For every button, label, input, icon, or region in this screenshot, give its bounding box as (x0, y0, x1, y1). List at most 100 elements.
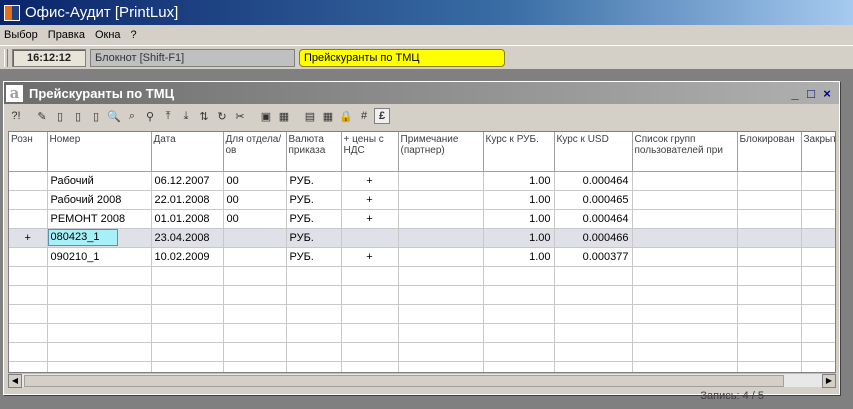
calculator-icon[interactable]: ▦ (320, 108, 336, 124)
table-cell[interactable]: 0.000464 (554, 209, 633, 229)
scroll-thumb[interactable] (24, 374, 784, 387)
column-header[interactable]: Курс к РУБ. (483, 132, 555, 172)
table-cell[interactable]: + (341, 190, 399, 210)
column-header[interactable]: Курс к USD (554, 132, 633, 172)
table-cell[interactable] (223, 247, 287, 267)
refresh-icon[interactable]: ↻ (214, 108, 230, 124)
table-row[interactable]: Рабочий 2008 22.01.2008 00 РУБ. +1.00 0.00046… (9, 190, 835, 210)
column-header[interactable]: Блокирован (737, 132, 802, 172)
table-cell[interactable]: РЕМОНТ 2008 (47, 209, 152, 229)
table-cell[interactable]: РУБ. (286, 228, 342, 248)
copy-doc-icon[interactable]: ▯ (70, 108, 86, 124)
menu-item-windows[interactable]: Окна (95, 29, 121, 41)
menu-item-help[interactable]: ? (131, 29, 137, 41)
table-cell[interactable]: 0.000464 (554, 171, 633, 191)
grid-icon[interactable]: # (356, 108, 372, 124)
edit-icon[interactable]: ✎ (34, 108, 50, 124)
help-icon[interactable]: ?! (8, 108, 24, 124)
scroll-left-icon[interactable]: ◀ (8, 373, 22, 388)
table-cell[interactable]: РУБ. (286, 209, 342, 229)
table-cell[interactable] (801, 228, 835, 248)
close-button[interactable]: × (819, 85, 835, 101)
table-cell[interactable]: 00 (223, 171, 287, 191)
table-cell[interactable]: Рабочий (47, 171, 152, 191)
table-cell[interactable]: 080423_1 (47, 228, 152, 248)
menu-item-select[interactable]: Выбор (4, 29, 38, 41)
table-cell[interactable] (632, 228, 738, 248)
table-cell[interactable]: 1.00 (483, 228, 555, 248)
excel-icon[interactable]: ▦ (276, 108, 292, 124)
table-cell[interactable] (398, 209, 484, 229)
table-cell[interactable]: + (341, 209, 399, 229)
table-cell[interactable] (223, 228, 287, 248)
new-doc-icon[interactable]: ▯ (52, 108, 68, 124)
table-row[interactable]: 090210_1 10.02.2009 РУБ. +1.00 0.000377 (9, 247, 835, 267)
cell-editor[interactable]: 080423_1 (47, 229, 118, 246)
table-cell[interactable] (632, 247, 738, 267)
maximize-button[interactable]: □ (803, 85, 819, 101)
table-cell[interactable] (9, 247, 48, 267)
horizontal-scrollbar[interactable]: ◀ ▶ (8, 373, 836, 388)
delete-doc-icon[interactable]: ▯ (88, 108, 104, 124)
pound-icon[interactable]: £ (374, 108, 390, 124)
table-cell[interactable] (398, 247, 484, 267)
sort-az-icon[interactable]: ⇅ (196, 108, 212, 124)
table-cell[interactable] (801, 247, 835, 267)
table-cell[interactable]: 0.000465 (554, 190, 633, 210)
menu-item-edit[interactable]: Правка (48, 29, 85, 41)
table-cell[interactable] (632, 171, 738, 191)
search-icon[interactable]: 🔍 (106, 108, 122, 124)
table-cell[interactable]: РУБ. (286, 247, 342, 267)
table-cell[interactable] (9, 171, 48, 191)
table-cell[interactable] (737, 247, 802, 267)
lock-icon[interactable]: 🔒 (338, 108, 354, 124)
table-cell[interactable] (632, 209, 738, 229)
find-next-icon[interactable]: ⌕ (124, 108, 140, 124)
table-cell[interactable] (9, 190, 48, 210)
table-cell[interactable]: + (341, 247, 399, 267)
table-cell[interactable] (398, 190, 484, 210)
table-row[interactable]: Рабочий 06.12.2007 00 РУБ. +1.00 0.000464 (9, 171, 835, 191)
table-cell[interactable]: 1.00 (483, 171, 555, 191)
table-cell[interactable] (341, 228, 399, 248)
table-cell[interactable] (801, 209, 835, 229)
table-cell[interactable] (632, 190, 738, 210)
table-cell[interactable] (801, 190, 835, 210)
minimize-button[interactable]: _ (787, 85, 803, 101)
table-cell[interactable]: 00 (223, 190, 287, 210)
column-header[interactable]: + цены с НДС (341, 132, 399, 172)
cut-icon[interactable]: ✂ (232, 108, 248, 124)
table-cell[interactable]: 06.12.2007 (151, 171, 224, 191)
table-cell[interactable]: 23.04.2008 (151, 228, 224, 248)
column-header[interactable]: Закрыт (801, 132, 835, 172)
column-header[interactable]: Примечание (партнер) (398, 132, 484, 172)
report-icon[interactable]: ▤ (302, 108, 318, 124)
sort-up-icon[interactable]: ⤒ (160, 108, 176, 124)
table-cell[interactable]: 0.000377 (554, 247, 633, 267)
filter-icon[interactable]: ⚲ (142, 108, 158, 124)
column-header[interactable]: Розн (9, 132, 48, 172)
table-cell[interactable]: 01.01.2008 (151, 209, 224, 229)
table-cell[interactable] (737, 190, 802, 210)
table-cell[interactable] (737, 228, 802, 248)
table-cell[interactable]: + (9, 228, 48, 248)
column-header[interactable]: Валюта приказа (286, 132, 342, 172)
table-cell[interactable]: 0.000466 (554, 228, 633, 248)
task-notepad-button[interactable]: Блокнот [Shift-F1] (90, 48, 295, 67)
table-cell[interactable] (801, 171, 835, 191)
sort-down-icon[interactable]: ⤓ (178, 108, 194, 124)
table-cell[interactable]: Рабочий 2008 (47, 190, 152, 210)
scroll-right-icon[interactable]: ▶ (822, 373, 836, 388)
table-cell[interactable]: РУБ. (286, 171, 342, 191)
table-row[interactable]: РЕМОНТ 2008 01.01.2008 00 РУБ. +1.00 0.000464 (9, 209, 835, 229)
table-cell[interactable]: 1.00 (483, 190, 555, 210)
table-cell[interactable] (398, 171, 484, 191)
table-cell[interactable]: 1.00 (483, 247, 555, 267)
table-cell[interactable]: 00 (223, 209, 287, 229)
column-header[interactable]: Для отдела/ов (223, 132, 287, 172)
table-cell[interactable]: РУБ. (286, 190, 342, 210)
task-price-lists-button[interactable]: Прейскуранты по ТМЦ (299, 48, 505, 67)
table-cell[interactable]: + (341, 171, 399, 191)
table-cell[interactable]: 22.01.2008 (151, 190, 224, 210)
table-row[interactable]: +080423_1 23.04.2008 РУБ. 1.00 0.000466 (9, 228, 835, 248)
